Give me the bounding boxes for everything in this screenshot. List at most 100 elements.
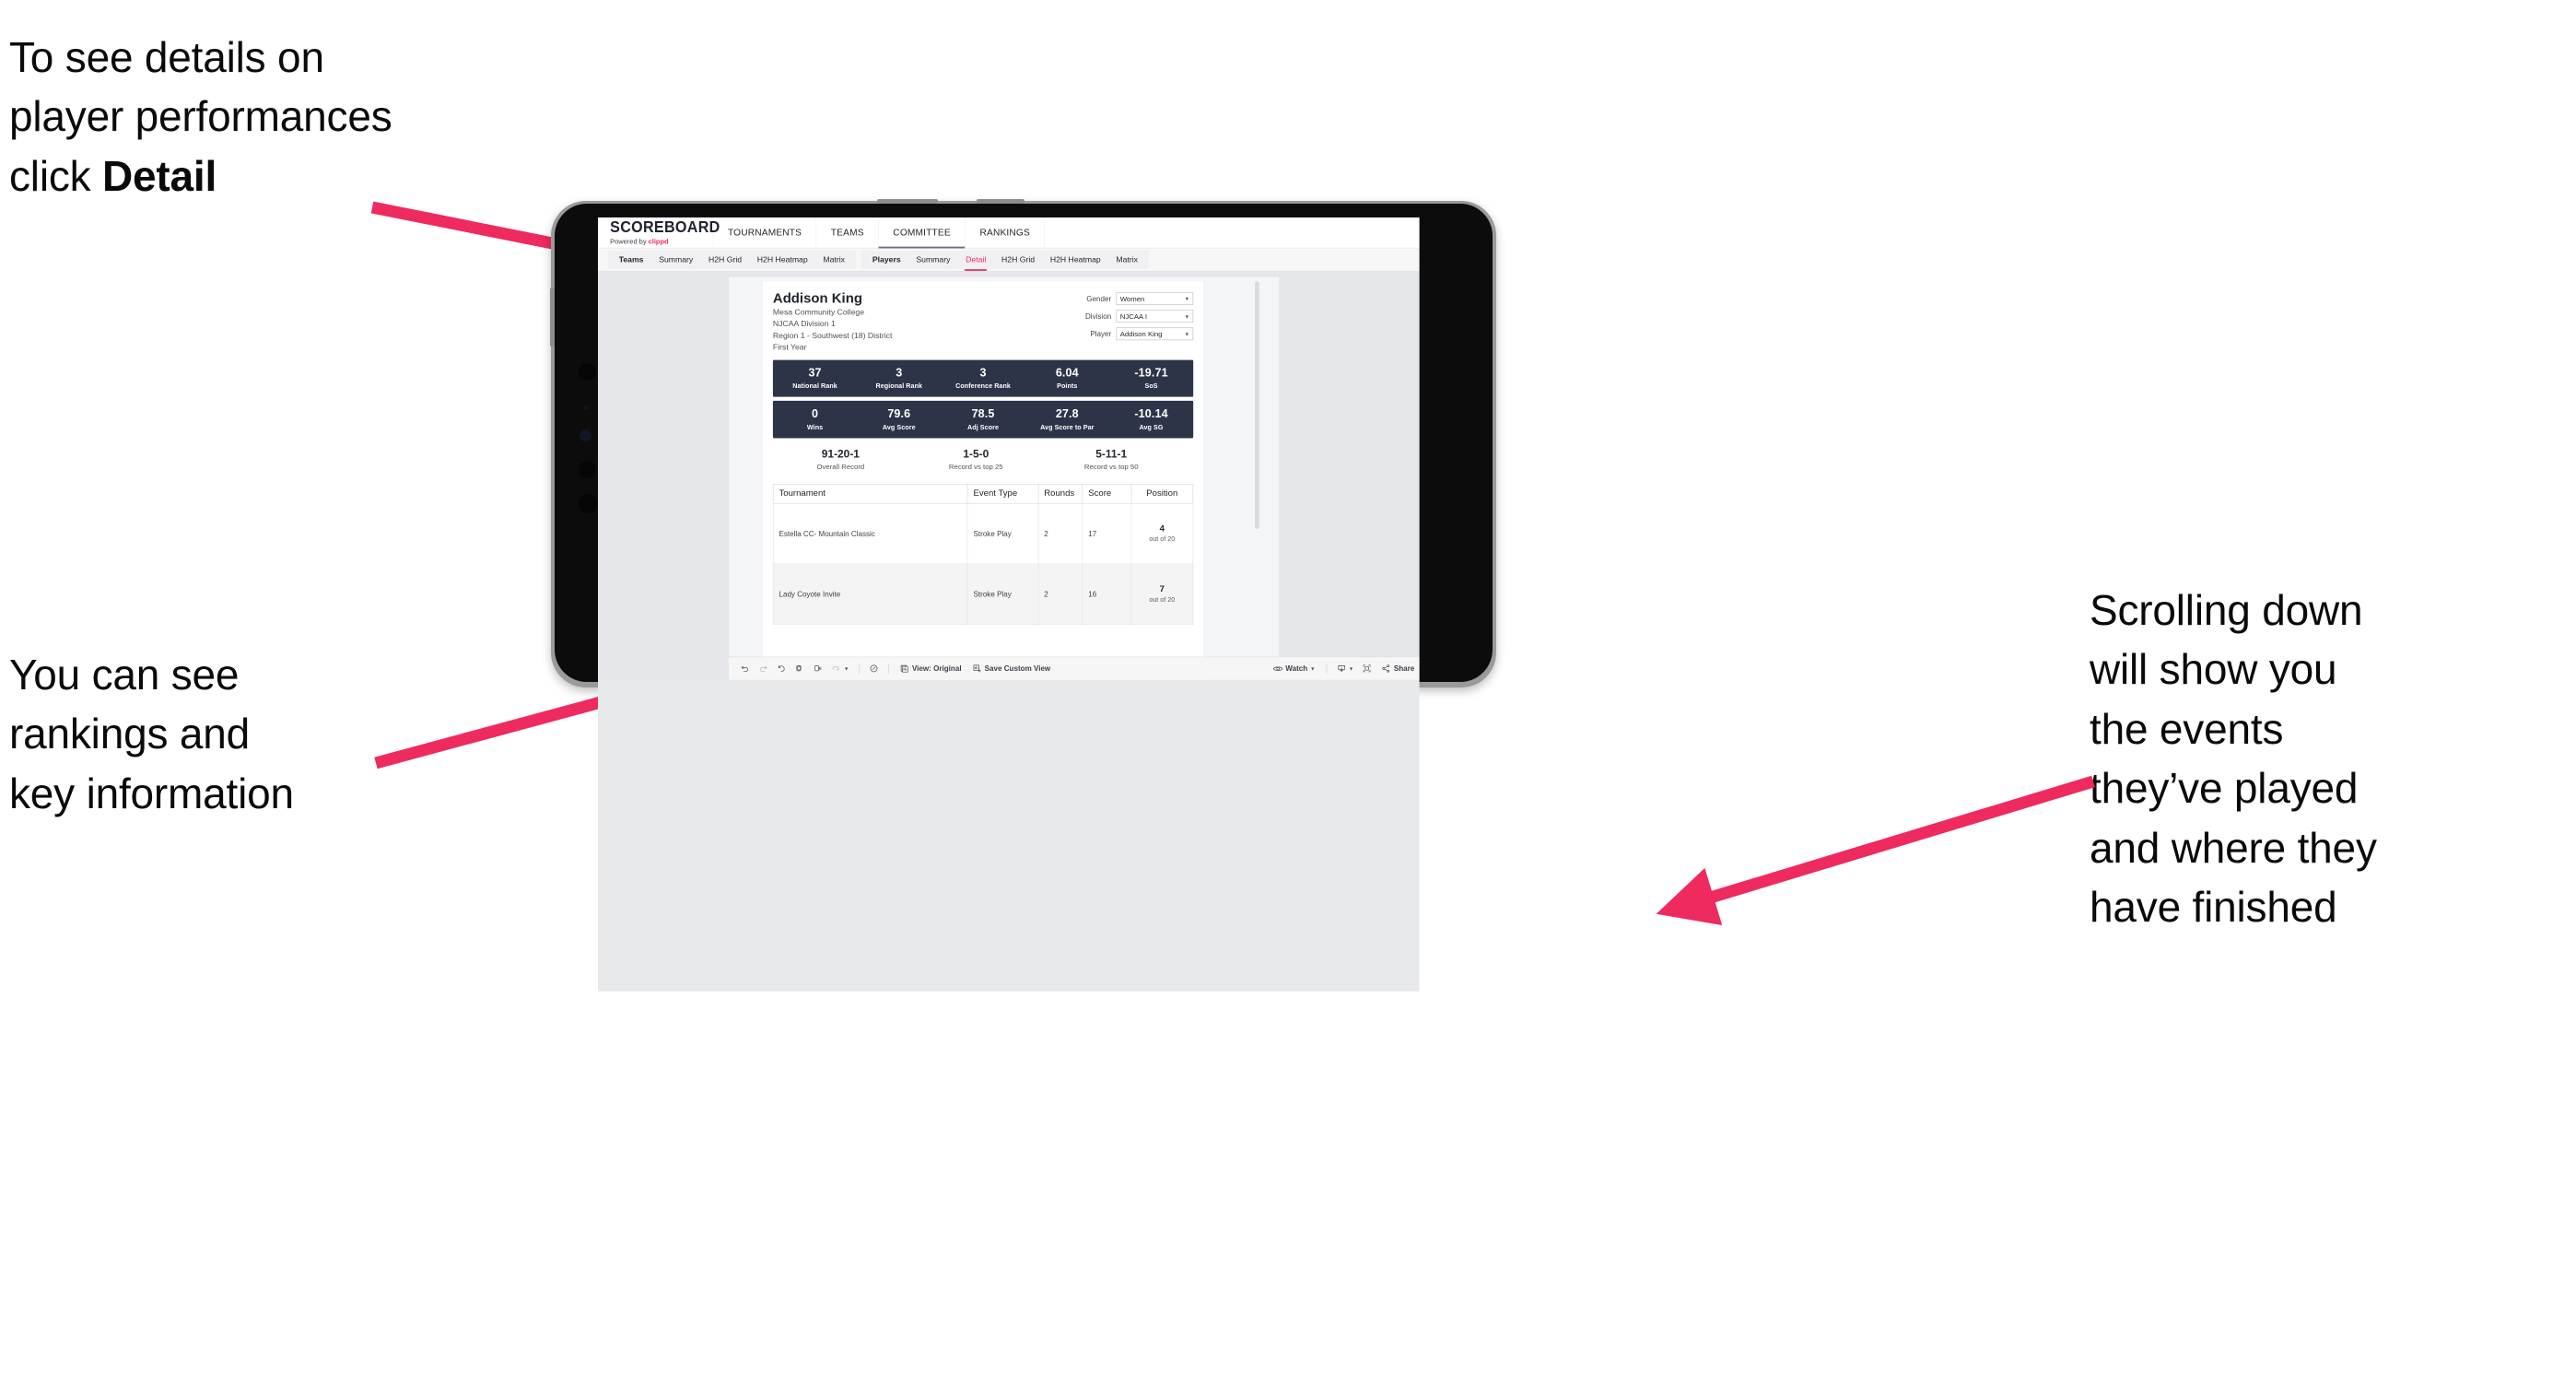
camera-dot xyxy=(579,363,596,381)
brand-logo[interactable]: SCOREBOARD Powered by clippd xyxy=(598,217,720,248)
stat-avg-score-to-par: 27.8 Avg Score to Par xyxy=(1025,407,1109,430)
record-overall: 91-20-1 Overall Record xyxy=(773,448,908,470)
subnav-teams-h2h-heatmap[interactable]: H2H Heatmap xyxy=(749,251,815,269)
cell-rounds: 2 xyxy=(1037,563,1083,625)
cell-rounds: 2 xyxy=(1037,502,1083,564)
subnav-players-detail[interactable]: Detail xyxy=(958,251,994,271)
division-select[interactable]: NJCAA I ▼ xyxy=(1116,310,1194,323)
download-button[interactable]: ▼ xyxy=(1333,660,1358,676)
stat-value: -19.71 xyxy=(1134,367,1168,380)
power-button[interactable] xyxy=(877,199,938,204)
stat-label: Avg Score to Par xyxy=(1040,423,1095,431)
stat-value: 3 xyxy=(979,367,987,380)
fullscreen-button[interactable] xyxy=(1359,660,1376,676)
app-header: SCOREBOARD Powered by clippd TOURNAMENTS… xyxy=(598,217,1420,249)
undo-button[interactable] xyxy=(736,660,754,676)
view-original-button[interactable]: View: Original xyxy=(895,660,966,676)
filter-player: Player Addison King ▼ xyxy=(1085,327,1194,341)
brand-title: SCOREBOARD xyxy=(610,217,720,236)
position-outof: out of 20 xyxy=(1149,534,1176,543)
save-label: Save Custom View xyxy=(984,664,1051,673)
gender-select[interactable]: Women ▼ xyxy=(1116,292,1194,305)
cell-tournament: Estella CC- Mountain Classic xyxy=(772,502,968,564)
mic-dot xyxy=(579,461,596,478)
stat-label: Points xyxy=(1057,382,1078,391)
share-button[interactable]: Share xyxy=(1376,660,1419,676)
table-row[interactable]: Estella CC- Mountain Classic Stroke Play… xyxy=(772,502,1194,564)
subnav-group-teams: Teams Summary H2H Grid H2H Heatmap Matri… xyxy=(607,250,856,269)
stat-value: 37 xyxy=(808,367,822,380)
subnav-players-h2h-grid[interactable]: H2H Grid xyxy=(994,251,1043,269)
record-value: 5-11-1 xyxy=(1095,447,1128,461)
col-tournament[interactable]: Tournament xyxy=(772,483,968,504)
refresh-data-button[interactable] xyxy=(791,660,809,676)
table-header-row: Tournament Event Type Rounds Score Posit… xyxy=(772,483,1194,504)
download-icon xyxy=(1337,664,1346,673)
top-navigation: TOURNAMENTS TEAMS COMMITTEE RANKINGS xyxy=(713,217,1046,249)
stat-avg-sg: -10.14 Avg SG xyxy=(1109,407,1193,430)
chevron-down-icon: ▼ xyxy=(1184,331,1189,337)
subnav-group-players: Players Summary Detail H2H Grid H2H Heat… xyxy=(861,250,1149,271)
player-school: Mesa Community College xyxy=(772,308,865,318)
topnav-committee[interactable]: COMMITTEE xyxy=(879,217,966,249)
watch-button[interactable]: Watch ▼ xyxy=(1268,660,1320,676)
sub-navigation: Teams Summary H2H Grid H2H Heatmap Matri… xyxy=(598,248,1420,272)
stat-wins: 0 Wins xyxy=(773,407,857,430)
subnav-players[interactable]: Players xyxy=(864,251,908,269)
pause-autoupdate-button[interactable] xyxy=(809,660,826,676)
stat-label: National Rank xyxy=(792,382,837,391)
vertical-scrollbar[interactable] xyxy=(1255,281,1259,530)
record-vs-top-50: 5-11-1 Record vs top 50 xyxy=(1044,448,1179,470)
subnav-teams-matrix[interactable]: Matrix xyxy=(815,251,852,269)
subnav-teams[interactable]: Teams xyxy=(611,251,651,269)
stat-label: Regional Rank xyxy=(875,382,923,391)
pause-refresh-button[interactable] xyxy=(865,660,883,676)
topnav-rankings[interactable]: RANKINGS xyxy=(966,217,1046,249)
col-position[interactable]: Position xyxy=(1130,483,1194,504)
stat-label: SoS xyxy=(1144,382,1158,391)
cell-event-type: Stroke Play xyxy=(966,502,1039,564)
subnav-teams-summary[interactable]: Summary xyxy=(651,251,701,269)
filter-gender: Gender Women ▼ xyxy=(1085,292,1194,305)
subnav-players-summary[interactable]: Summary xyxy=(908,251,958,269)
viz-bottom-toolbar: ▼ View: Original Save Custom View Watch … xyxy=(729,656,1420,680)
stat-label: Avg SG xyxy=(1139,423,1164,431)
redo-icon xyxy=(758,664,767,673)
subnav-teams-h2h-grid[interactable]: H2H Grid xyxy=(701,251,750,269)
top-button-secondary[interactable] xyxy=(977,199,1025,204)
cell-position: 7 out of 20 xyxy=(1130,563,1194,625)
topnav-teams[interactable]: TEAMS xyxy=(816,217,879,249)
col-event-type[interactable]: Event Type xyxy=(966,483,1039,504)
cell-tournament: Lady Coyote Invite xyxy=(772,563,968,625)
col-score[interactable]: Score xyxy=(1082,483,1132,504)
subnav-players-h2h-heatmap[interactable]: H2H Heatmap xyxy=(1042,251,1108,269)
player-identity: Addison King Mesa Community College NJCA… xyxy=(773,290,892,354)
redo-button[interactable] xyxy=(755,660,772,676)
chevron-down-icon: ▼ xyxy=(843,665,849,672)
loop-button[interactable]: ▼ xyxy=(827,660,852,676)
stat-conference-rank: 3 Conference Rank xyxy=(941,367,1025,390)
cell-score: 17 xyxy=(1082,502,1132,564)
chevron-down-icon: ▼ xyxy=(1348,665,1354,672)
stat-label: Wins xyxy=(806,423,824,431)
dashboard-sheet: Addison King Mesa Community College NJCA… xyxy=(729,276,1280,680)
stat-label: Avg Score xyxy=(882,423,916,431)
undo-icon xyxy=(741,664,750,673)
events-table: Tournament Event Type Rounds Score Posit… xyxy=(772,483,1194,625)
record-label: Record vs top 50 xyxy=(1083,462,1139,471)
table-row[interactable]: Lady Coyote Invite Stroke Play 2 16 7 ou… xyxy=(772,563,1194,625)
tablet-screen: SCOREBOARD Powered by clippd TOURNAMENTS… xyxy=(598,217,1420,992)
ambient-sensor-dot xyxy=(580,429,591,441)
record-vs-top-25: 1-5-0 Record vs top 25 xyxy=(908,448,1044,470)
revert-button[interactable] xyxy=(773,660,790,676)
eye-icon xyxy=(1272,664,1283,672)
filter-division: Division NJCAA I ▼ xyxy=(1085,310,1194,323)
stat-value: 6.04 xyxy=(1055,367,1079,380)
stat-value: 27.8 xyxy=(1055,407,1079,421)
player-select[interactable]: Addison King ▼ xyxy=(1116,327,1194,341)
subnav-players-matrix[interactable]: Matrix xyxy=(1108,251,1145,269)
save-custom-view-button[interactable]: Save Custom View xyxy=(967,660,1055,676)
volume-button[interactable] xyxy=(550,288,555,346)
topnav-tournaments[interactable]: TOURNAMENTS xyxy=(713,217,817,249)
col-rounds[interactable]: Rounds xyxy=(1037,483,1083,504)
